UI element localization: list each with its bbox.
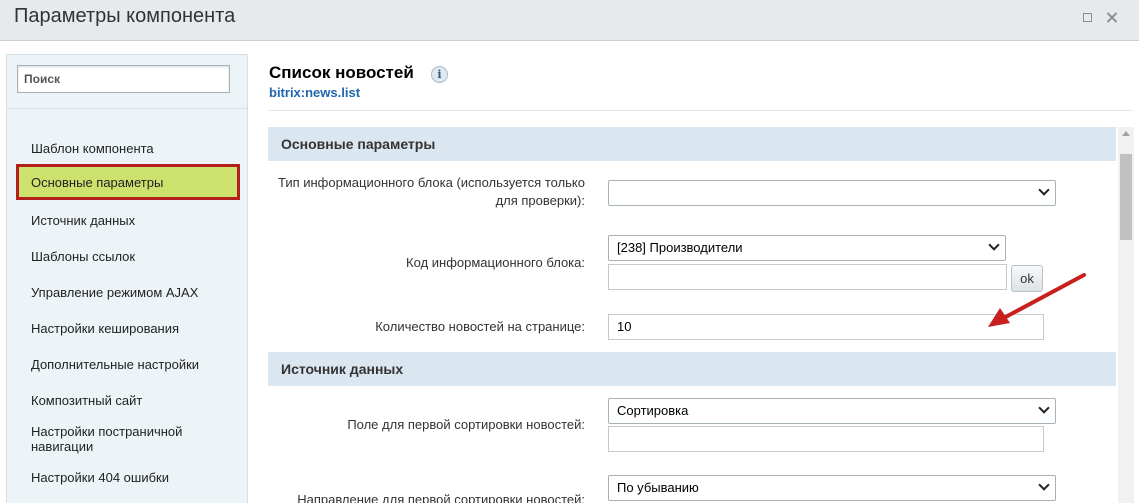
sidebar-item-label: Настройки постраничной навигации — [31, 424, 183, 454]
annotation-arrow-shaft — [998, 273, 1086, 322]
chevron-down-icon — [1038, 402, 1050, 414]
search-input[interactable] — [17, 65, 230, 93]
iblock-code-select[interactable]: [238] Производители — [608, 235, 1006, 261]
scrollbar[interactable] — [1118, 127, 1134, 503]
chevron-down-icon — [988, 239, 1000, 251]
sidebar-item-link-templates[interactable]: Шаблоны ссылок — [16, 249, 240, 264]
news-count-label: Количество новостей на странице: — [375, 319, 585, 334]
sidebar-item-label: Источник данных — [31, 213, 136, 228]
sort-order1-select[interactable]: По убыванию — [608, 475, 1056, 501]
iblock-code-extra-input[interactable] — [608, 264, 1007, 290]
sidebar-item-additional[interactable]: Дополнительные настройки — [16, 357, 240, 372]
sort-by1-value: Сортировка — [617, 403, 689, 418]
iblock-code-value: [238] Производители — [617, 240, 743, 255]
news-count-input[interactable]: 10 — [608, 314, 1044, 340]
window-title: Параметры компонента — [14, 5, 236, 27]
sidebar-item-label: Дополнительные настройки — [31, 357, 200, 372]
scroll-up-arrow-icon[interactable] — [1122, 131, 1130, 136]
section-main-params: Основные параметры — [268, 127, 1116, 161]
info-icon[interactable]: i — [431, 66, 448, 83]
sidebar-item-404[interactable]: Настройки 404 ошибки — [16, 470, 240, 485]
sidebar-item-label: Настройки кеширования — [31, 321, 180, 336]
sidebar-item-composite[interactable]: Композитный сайт — [16, 393, 240, 408]
iblock-code-label: Код информационного блока: — [406, 255, 585, 270]
iblock-type-label: Тип информационного блока (используется … — [277, 175, 585, 208]
sidebar-item-ajax[interactable]: Управление режимом AJAX — [16, 285, 240, 300]
page-title: Список новостей — [269, 63, 414, 82]
sidebar-item-data-source[interactable]: Источник данных — [16, 213, 240, 228]
close-icon[interactable] — [1105, 11, 1119, 25]
sidebar-item-label: Шаблон компонента — [31, 141, 154, 156]
sidebar-item-label: Управление режимом AJAX — [31, 285, 199, 300]
scrollbar-thumb[interactable] — [1120, 154, 1132, 240]
sidebar-divider — [7, 108, 247, 109]
component-code: bitrix:news.list — [269, 85, 361, 100]
sort-by1-select[interactable]: Сортировка — [608, 398, 1056, 424]
sort-by1-label: Поле для первой сортировки новостей: — [347, 417, 585, 432]
chevron-down-icon — [1038, 184, 1050, 196]
sidebar-item-main-params[interactable]: Основные параметры — [16, 164, 240, 200]
sidebar-item-caching[interactable]: Настройки кеширования — [16, 321, 240, 336]
sidebar-item-label: Шаблоны ссылок — [31, 249, 136, 264]
sidebar-item-pagination[interactable]: Настройки постраничной навигации — [16, 424, 206, 454]
sidebar-item-component-template[interactable]: Шаблон компонента — [16, 141, 240, 156]
sort-order1-value: По убыванию — [617, 480, 699, 495]
sidebar-item-label: Композитный сайт — [31, 393, 143, 408]
window-titlebar: Параметры компонента — [0, 0, 1139, 41]
sidebar-item-label: Настройки 404 ошибки — [31, 470, 169, 485]
section-data-source: Источник данных — [268, 352, 1116, 386]
sort-order1-label: Направление для первой сортировки новост… — [297, 492, 585, 503]
sidebar-item-label: Основные параметры — [31, 174, 164, 190]
iblock-type-select[interactable] — [608, 180, 1056, 206]
maximize-icon[interactable] — [1081, 11, 1095, 25]
annotation-arrow-icon — [988, 273, 1086, 327]
sort-by1-extra-input[interactable] — [608, 426, 1044, 452]
chevron-down-icon — [1038, 479, 1050, 491]
header-divider — [268, 110, 1133, 111]
sidebar: Шаблон компонента Основные параметры Ист… — [6, 54, 248, 503]
